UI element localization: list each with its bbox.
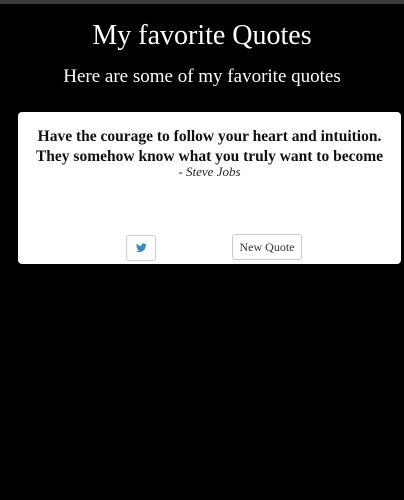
quote-line-1: Have the courage to follow your heart an… — [37, 128, 382, 145]
window-top-bar — [0, 0, 404, 4]
twitter-bird-icon — [135, 241, 147, 256]
quote-text: Have the courage to follow your heart an… — [26, 127, 393, 167]
new-quote-button[interactable]: New Quote — [232, 234, 302, 260]
quote-card: Have the courage to follow your heart an… — [18, 112, 401, 264]
tweet-button[interactable] — [126, 235, 156, 261]
quote-author: - Steve Jobs — [178, 164, 241, 179]
page-title: My favorite Quotes — [92, 20, 312, 51]
page-subtitle: Here are some of my favorite quotes — [63, 66, 341, 87]
quote-line-2: They somehow know what you truly want to… — [35, 148, 384, 165]
